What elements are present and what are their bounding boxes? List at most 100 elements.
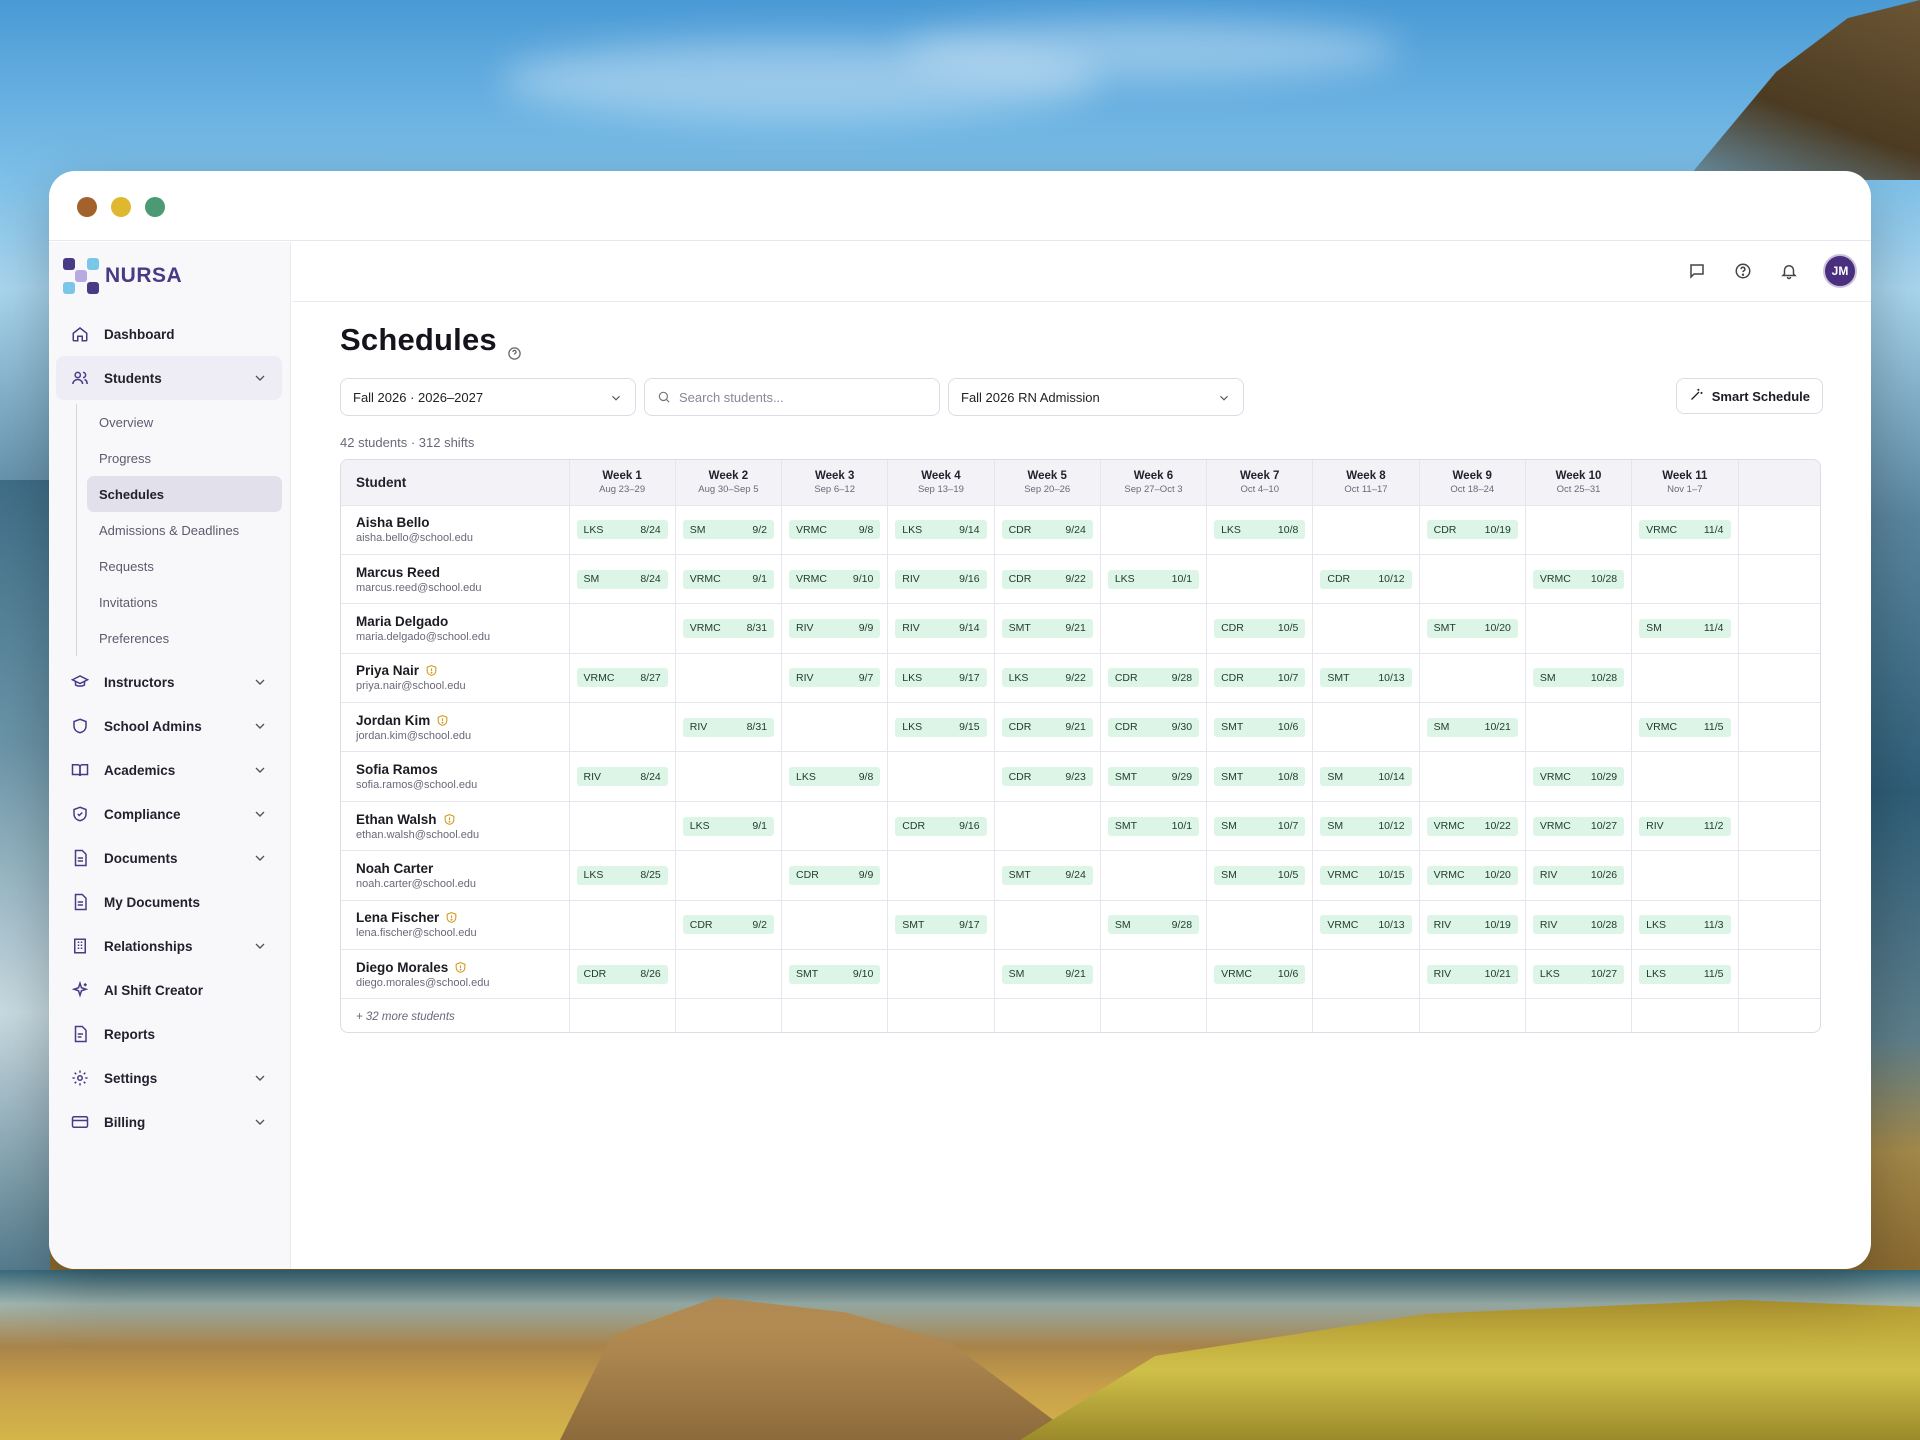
schedule-cell[interactable]: VRMC 9/10 bbox=[781, 554, 889, 605]
schedule-cell[interactable]: SM 10/5 bbox=[1206, 850, 1314, 901]
schedule-cell[interactable]: SM 10/28 bbox=[1525, 653, 1633, 704]
schedule-cell[interactable] bbox=[781, 900, 889, 951]
shift-chip[interactable]: RIV 11/2 bbox=[1639, 816, 1731, 836]
column-header-week[interactable]: Week 5 Sep 20–26 bbox=[994, 460, 1101, 506]
shift-chip[interactable]: LKS 8/24 bbox=[576, 520, 668, 540]
schedule-cell[interactable]: VRMC 10/27 bbox=[1525, 801, 1633, 852]
shift-chip[interactable]: CDR 9/2 bbox=[682, 915, 775, 935]
shift-chip[interactable]: SM 9/28 bbox=[1107, 915, 1200, 935]
shift-chip[interactable]: VRMC 9/10 bbox=[789, 569, 881, 589]
schedule-cell[interactable] bbox=[1312, 702, 1420, 753]
shift-chip[interactable]: SMT 10/6 bbox=[1214, 717, 1306, 737]
table-row[interactable]: Sofia Ramos sofia.ramos@school.edu RIV 8/24… bbox=[341, 751, 1820, 802]
column-header-week[interactable]: Week 8 Oct 11–17 bbox=[1312, 460, 1420, 506]
schedule-cell[interactable]: LKS 9/1 bbox=[675, 801, 783, 852]
shift-chip[interactable]: LKS 10/27 bbox=[1532, 964, 1625, 984]
schedule-cell[interactable]: SMT 10/20 bbox=[1419, 603, 1526, 654]
schedule-cell[interactable]: SM 9/21 bbox=[994, 949, 1101, 1000]
schedule-cell[interactable] bbox=[1206, 554, 1314, 605]
schedule-cell[interactable]: VRMC 10/13 bbox=[1312, 900, 1420, 951]
subnav-overview[interactable]: Overview bbox=[87, 404, 282, 440]
column-header-week[interactable]: Week 9 Oct 18–24 bbox=[1419, 460, 1526, 506]
schedule-cell[interactable]: SMT 9/17 bbox=[887, 900, 995, 951]
schedule-cell[interactable] bbox=[675, 949, 783, 1000]
sidebar-item-academics[interactable]: Academics bbox=[56, 748, 282, 792]
schedule-cell[interactable]: RIV 10/21 bbox=[1419, 949, 1526, 1000]
schedule-cell[interactable] bbox=[675, 751, 783, 802]
shift-chip[interactable]: RIV 8/24 bbox=[576, 767, 668, 787]
help-circle-icon[interactable] bbox=[507, 333, 522, 360]
schedule-cell[interactable]: VRMC 8/27 bbox=[569, 653, 676, 704]
schedule-cell[interactable]: VRMC 8/31 bbox=[675, 603, 783, 654]
shift-chip[interactable]: LKS 9/1 bbox=[682, 816, 775, 836]
schedule-cell[interactable]: SM 9/28 bbox=[1100, 900, 1208, 951]
schedule-cell[interactable] bbox=[569, 900, 676, 951]
schedule-cell[interactable]: SM 10/7 bbox=[1206, 801, 1314, 852]
shift-chip[interactable]: SMT 9/24 bbox=[1001, 865, 1093, 885]
shift-chip[interactable]: CDR 8/26 bbox=[576, 964, 668, 984]
avatar[interactable]: JM bbox=[1823, 254, 1857, 288]
message-icon[interactable] bbox=[1685, 259, 1709, 283]
shift-chip[interactable]: CDR 9/28 bbox=[1107, 668, 1200, 688]
brand-logo[interactable]: NURSA bbox=[63, 258, 182, 294]
schedule-cell[interactable]: RIV 9/14 bbox=[887, 603, 995, 654]
search-input[interactable]: Search students... bbox=[644, 378, 940, 416]
schedule-cell[interactable] bbox=[1206, 900, 1314, 951]
schedule-cell[interactable]: LKS 8/25 bbox=[569, 850, 676, 901]
schedule-cell[interactable]: LKS 9/8 bbox=[781, 751, 889, 802]
subnav-invitations[interactable]: Invitations bbox=[87, 584, 282, 620]
shift-chip[interactable]: VRMC 11/5 bbox=[1639, 717, 1731, 737]
shift-chip[interactable]: CDR 10/5 bbox=[1214, 618, 1306, 638]
schedule-cell[interactable]: CDR 8/26 bbox=[569, 949, 676, 1000]
schedule-cell[interactable]: CDR 10/19 bbox=[1419, 505, 1526, 555]
student-cell[interactable]: Noah Carter noah.carter@school.edu bbox=[341, 850, 570, 901]
schedule-cell[interactable]: LKS 11/5 bbox=[1631, 949, 1739, 1000]
bell-icon[interactable] bbox=[1777, 259, 1801, 283]
shift-chip[interactable]: LKS 11/3 bbox=[1639, 915, 1731, 935]
shift-chip[interactable]: SM 10/7 bbox=[1214, 816, 1306, 836]
schedule-cell[interactable] bbox=[569, 801, 676, 852]
schedule-cell[interactable]: RIV 10/19 bbox=[1419, 900, 1526, 951]
schedule-cell[interactable]: CDR 9/23 bbox=[994, 751, 1101, 802]
shift-chip[interactable]: VRMC 8/27 bbox=[576, 668, 668, 688]
subnav-schedules[interactable]: Schedules bbox=[87, 476, 282, 512]
schedule-cell[interactable]: SMT 10/1 bbox=[1100, 801, 1208, 852]
shift-chip[interactable]: VRMC 9/1 bbox=[682, 569, 775, 589]
schedule-cell[interactable]: RIV 10/26 bbox=[1525, 850, 1633, 901]
schedule-cell[interactable]: VRMC 9/1 bbox=[675, 554, 783, 605]
sidebar-item-billing[interactable]: Billing bbox=[56, 1100, 282, 1144]
shift-chip[interactable]: SM 9/21 bbox=[1001, 964, 1093, 984]
shift-chip[interactable]: LKS 9/8 bbox=[789, 767, 881, 787]
schedule-cell[interactable]: RIV 8/24 bbox=[569, 751, 676, 802]
table-row[interactable]: Aisha Bello aisha.bello@school.edu LKS 8/24… bbox=[341, 505, 1820, 555]
column-header-week[interactable]: Week 10 Oct 25–31 bbox=[1525, 460, 1633, 506]
shift-chip[interactable]: CDR 9/9 bbox=[789, 865, 881, 885]
schedule-cell[interactable]: CDR 10/7 bbox=[1206, 653, 1314, 704]
shift-chip[interactable]: SM 11/4 bbox=[1639, 618, 1731, 638]
sidebar-item-dashboard[interactable]: Dashboard bbox=[56, 312, 282, 356]
shift-chip[interactable]: VRMC 10/13 bbox=[1320, 915, 1412, 935]
shift-chip[interactable]: SMT 10/1 bbox=[1107, 816, 1200, 836]
schedule-cell[interactable]: LKS 8/24 bbox=[569, 505, 676, 555]
column-header-week[interactable]: Week 6 Sep 27–Oct 3 bbox=[1100, 460, 1208, 506]
shift-chip[interactable]: SM 10/28 bbox=[1532, 668, 1625, 688]
schedule-cell[interactable] bbox=[1100, 505, 1208, 555]
schedule-cell[interactable] bbox=[1100, 850, 1208, 901]
shift-chip[interactable]: RIV 9/7 bbox=[789, 668, 881, 688]
term-select[interactable]: Fall 2026 · 2026–2027 bbox=[340, 378, 636, 416]
shift-chip[interactable]: SMT 9/17 bbox=[895, 915, 987, 935]
schedule-cell[interactable] bbox=[1419, 653, 1526, 704]
schedule-cell[interactable]: VRMC 11/5 bbox=[1631, 702, 1739, 753]
schedule-cell[interactable]: VRMC 10/29 bbox=[1525, 751, 1633, 802]
shift-chip[interactable]: LKS 9/17 bbox=[895, 668, 987, 688]
column-header-week[interactable]: Week 4 Sep 13–19 bbox=[887, 460, 995, 506]
more-students-cell[interactable]: + 32 more students bbox=[341, 998, 570, 1032]
schedule-cell[interactable] bbox=[994, 900, 1101, 951]
smart-schedule-button[interactable]: Smart Schedule bbox=[1675, 378, 1823, 414]
window-minimize-button[interactable] bbox=[111, 197, 131, 217]
schedule-cell[interactable] bbox=[1100, 603, 1208, 654]
schedule-cell[interactable]: SMT 10/8 bbox=[1206, 751, 1314, 802]
shift-chip[interactable]: LKS 9/22 bbox=[1001, 668, 1093, 688]
table-row[interactable]: Maria Delgado maria.delgado@school.edu VRM… bbox=[341, 603, 1820, 654]
sidebar-item-relationships[interactable]: Relationships bbox=[56, 924, 282, 968]
